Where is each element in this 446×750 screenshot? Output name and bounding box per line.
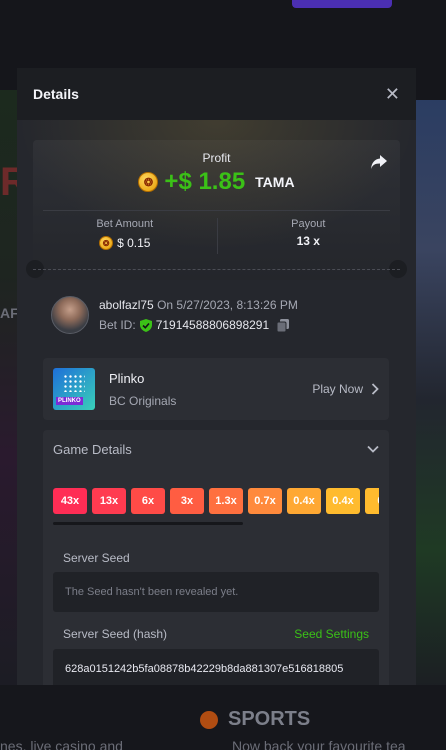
bet-timestamp: On 5/27/2023, 8:13:26 PM bbox=[157, 298, 298, 312]
basketball-icon bbox=[200, 710, 218, 729]
plinko-thumbnail[interactable]: PLINKO bbox=[53, 368, 95, 410]
multiplier-chip: 0.7x bbox=[248, 488, 282, 514]
bet-id-line: Bet ID: 71914588806898291 bbox=[99, 318, 298, 332]
multiplier-chip: 0.4x bbox=[287, 488, 321, 514]
bet-id-label: Bet ID: bbox=[99, 318, 136, 332]
bet-amount-value: $ 0.15 bbox=[117, 236, 151, 250]
play-now-button[interactable]: Play Now bbox=[312, 382, 379, 396]
close-icon[interactable]: ✕ bbox=[385, 84, 400, 105]
payout-value: 13 x bbox=[296, 234, 320, 248]
game-info: Plinko BC Originals bbox=[109, 371, 312, 408]
game-name: Plinko bbox=[109, 370, 145, 386]
avatar[interactable] bbox=[51, 296, 89, 334]
server-seed-label: Server Seed bbox=[63, 551, 130, 565]
multiplier-chip: 3x bbox=[170, 488, 204, 514]
bet-amount-label: Bet Amount bbox=[96, 218, 154, 230]
plinko-thumb-badge: PLINKO bbox=[56, 397, 83, 405]
modal-header: Details ✕ bbox=[17, 68, 416, 120]
game-details-panel: Game Details 43x13x6x3x1.3x0.7x0.4x0.4x0… bbox=[43, 430, 389, 685]
background-left-partial: AF bbox=[0, 305, 19, 321]
payout-column: Payout 13 x bbox=[217, 218, 401, 248]
modal-title: Details bbox=[33, 86, 79, 102]
profit-amount: +$ 1.85 bbox=[164, 168, 246, 195]
server-seed-hash-label: Server Seed (hash) bbox=[63, 627, 168, 641]
copy-icon[interactable] bbox=[277, 318, 290, 332]
sports-title: SPORTS bbox=[228, 708, 311, 730]
user-line: abolfazl75 On 5/27/2023, 8:13:26 PM bbox=[99, 298, 298, 312]
server-seed-field: The Seed hasn't been revealed yet. bbox=[53, 572, 379, 612]
profit-row: ❂ +$ 1.85 TAMA bbox=[33, 168, 400, 196]
bet-amount-value-row: ❂ $ 0.15 bbox=[33, 236, 217, 250]
game-card[interactable]: PLINKO Plinko BC Originals Play Now bbox=[43, 358, 389, 420]
chevron-right-icon bbox=[371, 383, 379, 395]
game-details-title: Game Details bbox=[53, 441, 132, 457]
bet-amount-column: Bet Amount ❂ $ 0.15 bbox=[33, 218, 217, 250]
multiplier-chip: 13x bbox=[92, 488, 126, 514]
chevron-down-icon[interactable] bbox=[367, 443, 379, 455]
tama-coin-icon: ❂ bbox=[138, 172, 159, 192]
play-now-label: Play Now bbox=[312, 382, 363, 396]
multiplier-chip: 0.4x bbox=[326, 488, 360, 514]
multiplier-chip: 1.3x bbox=[209, 488, 243, 514]
profit-label: Profit bbox=[202, 151, 231, 165]
ticket-perforation bbox=[33, 269, 400, 270]
sports-subtitle: Now back your favourite tea bbox=[232, 738, 406, 750]
bettor-info: abolfazl75 On 5/27/2023, 8:13:26 PM Bet … bbox=[51, 296, 298, 334]
multiplier-chip: 6x bbox=[131, 488, 165, 514]
bet-id-value: 71914588806898291 bbox=[155, 318, 270, 332]
tama-coin-icon: ❂ bbox=[99, 236, 114, 250]
seed-settings-link[interactable]: Seed Settings bbox=[294, 627, 369, 641]
multiplier-row: 43x13x6x3x1.3x0.7x0.4x0.4x0. bbox=[53, 488, 379, 514]
game-provider: BC Originals bbox=[109, 393, 177, 408]
share-icon[interactable] bbox=[370, 154, 388, 170]
bet-details-modal: Details ✕ Profit ❂ +$ 1.85 TAMA Bet Amou… bbox=[17, 68, 416, 685]
multiplier-chip: 0. bbox=[365, 488, 379, 514]
background-casino-text: nes, live casino and bbox=[0, 738, 123, 750]
server-seed-hash-field[interactable]: 628a0151242b5fa08878b42229b8da881307e516… bbox=[53, 649, 379, 685]
verified-shield-icon bbox=[139, 318, 152, 332]
multiplier-scrollbar[interactable] bbox=[53, 522, 243, 525]
profit-currency: TAMA bbox=[255, 174, 295, 190]
background-sports-heading: SPORTS bbox=[200, 708, 310, 731]
profit-ticket: Profit ❂ +$ 1.85 TAMA Bet Amount ❂ $ 0.1… bbox=[17, 120, 416, 280]
background-top-button bbox=[292, 0, 392, 8]
payout-label: Payout bbox=[291, 218, 326, 230]
multiplier-chip: 43x bbox=[53, 488, 87, 514]
game-details-header[interactable]: Game Details bbox=[43, 430, 389, 468]
background-right-banner bbox=[416, 100, 446, 700]
ticket-divider bbox=[43, 210, 390, 211]
plinko-pegs bbox=[63, 374, 85, 392]
username[interactable]: abolfazl75 bbox=[99, 298, 154, 312]
